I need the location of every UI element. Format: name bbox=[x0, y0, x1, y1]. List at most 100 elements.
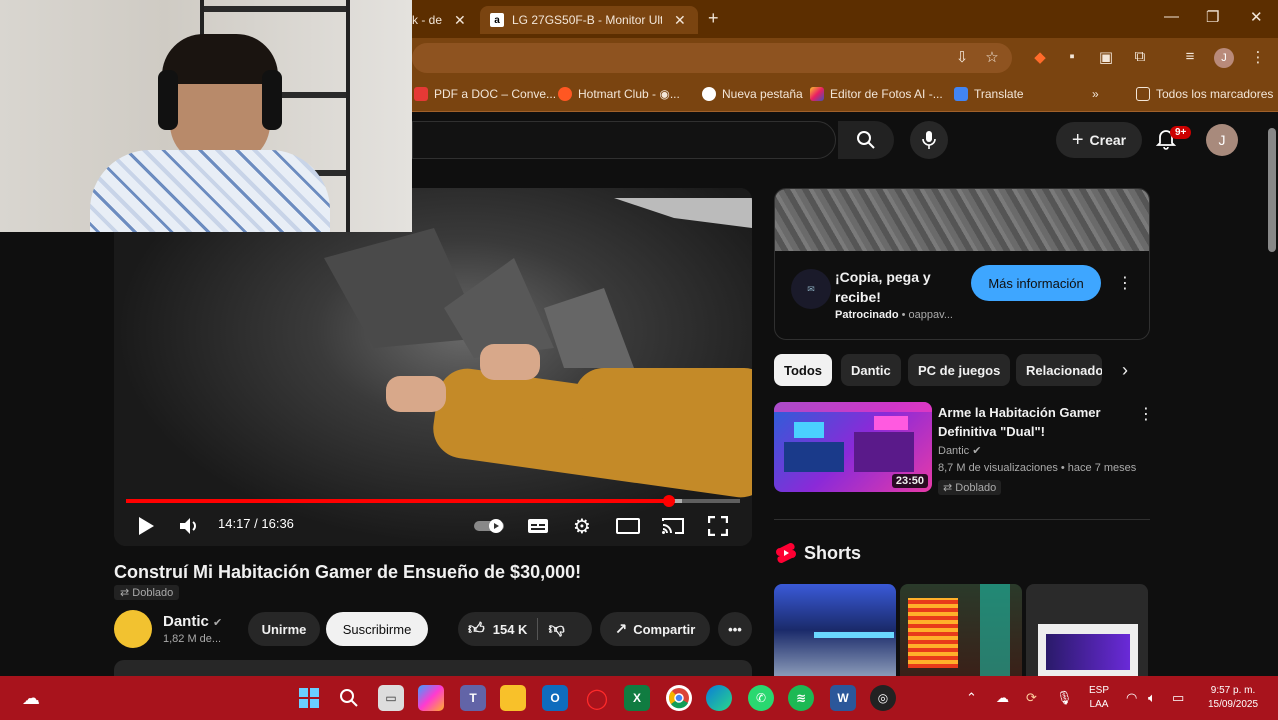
sync-icon[interactable]: ⟳ bbox=[1026, 690, 1037, 706]
search-button[interactable] bbox=[838, 121, 894, 159]
obs-icon[interactable]: ◎ bbox=[870, 685, 896, 711]
recommended-thumbnail[interactable]: 23:50 bbox=[774, 402, 932, 492]
menu-kebab-icon[interactable]: ⋮ bbox=[1248, 48, 1268, 66]
bookmark-star-icon[interactable]: ☆ bbox=[982, 48, 1002, 66]
search-taskbar-button[interactable] bbox=[336, 685, 362, 711]
bookmark-item[interactable]: Translate bbox=[954, 87, 1024, 101]
install-app-icon[interactable]: ⇩ bbox=[952, 48, 972, 66]
channel-avatar[interactable] bbox=[114, 610, 152, 648]
plus-icon: + bbox=[1071, 128, 1084, 151]
more-actions-button[interactable]: ••• bbox=[718, 612, 752, 646]
volume-button[interactable] bbox=[178, 514, 202, 538]
bookmark-item[interactable]: PDF a DOC – Conve... bbox=[414, 87, 556, 101]
progress-bar[interactable] bbox=[126, 495, 740, 507]
account-avatar[interactable]: J bbox=[1206, 124, 1238, 156]
fullscreen-button[interactable] bbox=[706, 514, 730, 538]
photo-editor-icon bbox=[810, 87, 824, 101]
chevron-right-icon[interactable]: › bbox=[1122, 360, 1128, 381]
join-button[interactable]: Unirme bbox=[248, 612, 320, 646]
short-image bbox=[814, 632, 894, 638]
reading-list-icon[interactable]: ≡ bbox=[1180, 48, 1200, 65]
all-bookmarks-button[interactable]: Todos los marcadores bbox=[1136, 87, 1273, 101]
opera-icon[interactable]: ◯ bbox=[584, 685, 610, 711]
chevron-up-icon[interactable]: ⌃ bbox=[966, 690, 977, 706]
microphone-icon[interactable]: 🎙︎ bbox=[1056, 690, 1073, 706]
short-thumbnail[interactable] bbox=[900, 584, 1022, 676]
battery-icon[interactable]: ▭ bbox=[1172, 690, 1184, 706]
language-indicator[interactable]: ESP LAA bbox=[1086, 684, 1112, 712]
chip-all[interactable]: Todos bbox=[774, 354, 833, 386]
recommended-title[interactable]: Arme la Habitación Gamer Definitiva "Dua… bbox=[938, 403, 1128, 441]
start-button[interactable] bbox=[296, 685, 322, 711]
profile-avatar[interactable]: J bbox=[1214, 48, 1234, 68]
weather-icon[interactable]: ☁ bbox=[18, 685, 44, 711]
more-bookmarks-button[interactable]: » bbox=[1092, 87, 1099, 101]
bookmark-item[interactable]: Hotmart Club - ◉... bbox=[558, 87, 680, 101]
word-icon[interactable]: W bbox=[830, 685, 856, 711]
settings-button[interactable]: ⚙ bbox=[570, 514, 594, 538]
channel-name[interactable]: Dantic ✔ bbox=[163, 613, 222, 630]
play-icon bbox=[139, 517, 154, 535]
chip-related[interactable]: Relacionado bbox=[1016, 354, 1102, 386]
minimize-icon[interactable]: — bbox=[1164, 8, 1179, 25]
fullscreen-icon bbox=[708, 516, 728, 536]
bookmark-item[interactable]: Editor de Fotos AI -... bbox=[810, 87, 943, 101]
extension-icon[interactable]: ▪ bbox=[1062, 48, 1082, 65]
brave-extension-icon[interactable]: ◆ bbox=[1030, 48, 1050, 66]
chrome-icon[interactable] bbox=[666, 685, 692, 711]
address-bar[interactable] bbox=[412, 43, 1012, 73]
short-thumbnail[interactable] bbox=[774, 584, 896, 676]
close-tab-icon[interactable]: ✕ bbox=[454, 12, 466, 29]
bookmark-item[interactable]: Nueva pestaña bbox=[702, 87, 803, 101]
close-window-icon[interactable]: ✕ bbox=[1250, 8, 1263, 26]
extension-icon[interactable]: ▣ bbox=[1096, 48, 1116, 66]
copilot-icon[interactable] bbox=[418, 685, 444, 711]
cast-button[interactable] bbox=[660, 514, 686, 538]
tab-previous[interactable]: k - de ✕ bbox=[412, 6, 476, 34]
excel-icon[interactable]: X bbox=[624, 685, 650, 711]
wifi-icon[interactable]: ◠ bbox=[1126, 690, 1137, 706]
like-button[interactable]: 👍︎ 154 K bbox=[468, 620, 527, 639]
recommended-menu-icon[interactable]: ⋮ bbox=[1138, 404, 1154, 424]
subtitles-button[interactable] bbox=[526, 514, 550, 538]
dislike-button[interactable]: 👎︎ bbox=[548, 620, 564, 639]
puzzle-icon[interactable]: ⧉ bbox=[1130, 48, 1150, 65]
play-button[interactable] bbox=[134, 514, 158, 538]
task-view-icon[interactable]: ▭ bbox=[378, 685, 404, 711]
recommended-channel[interactable]: Dantic ✔ bbox=[938, 444, 981, 457]
subscribe-button[interactable]: Suscribirme bbox=[326, 612, 428, 646]
video-title: Construí Mi Habitación Gamer de Ensueño … bbox=[114, 562, 582, 582]
ad-cta-button[interactable]: Más información bbox=[971, 265, 1101, 301]
share-button[interactable]: ↗ Compartir bbox=[600, 612, 710, 646]
short-thumbnail[interactable] bbox=[1026, 584, 1148, 676]
restore-icon[interactable]: ❐ bbox=[1206, 8, 1219, 26]
outlook-icon[interactable]: O bbox=[542, 685, 568, 711]
volume-icon[interactable]: 🔈︎ bbox=[1148, 690, 1156, 706]
short-image bbox=[908, 598, 958, 668]
verified-icon: ✔ bbox=[969, 445, 982, 457]
chip-dantic[interactable]: Dantic bbox=[841, 354, 901, 386]
voice-search-button[interactable] bbox=[910, 121, 948, 159]
ad-card[interactable]: ✉ ¡Copia, pega y recibe! Patrocinado • o… bbox=[774, 188, 1150, 340]
clock[interactable]: 9:57 p. m. 15/09/2025 bbox=[1196, 684, 1270, 712]
search-input[interactable] bbox=[412, 121, 836, 159]
dubbed-label: Doblado bbox=[132, 587, 174, 599]
whatsapp-icon[interactable]: ✆ bbox=[748, 685, 774, 711]
ad-menu-icon[interactable]: ⋮ bbox=[1117, 273, 1133, 293]
theater-mode-button[interactable] bbox=[616, 514, 640, 538]
file-explorer-icon[interactable] bbox=[500, 685, 526, 711]
tab-active[interactable]: a LG 27GS50F-B - Monitor Ultrag ✕ bbox=[480, 6, 698, 34]
create-button[interactable]: + Crear bbox=[1056, 122, 1142, 158]
onedrive-icon[interactable]: ☁ bbox=[996, 690, 1009, 706]
autoplay-toggle[interactable] bbox=[472, 514, 508, 538]
teams-icon[interactable]: T bbox=[460, 685, 486, 711]
new-tab-icon[interactable]: + bbox=[708, 8, 719, 29]
spotify-icon[interactable]: ≋ bbox=[788, 685, 814, 711]
page-scrollbar[interactable] bbox=[1266, 112, 1278, 676]
video-player[interactable]: 14:17 / 16:36 ⚙ bbox=[114, 188, 752, 546]
scrollbar-thumb[interactable] bbox=[1268, 128, 1276, 252]
progress-scrubber[interactable] bbox=[662, 495, 675, 507]
chip-gaming-pc[interactable]: PC de juegos bbox=[908, 354, 1011, 386]
edge-icon[interactable] bbox=[706, 685, 732, 711]
close-tab-icon[interactable]: ✕ bbox=[674, 12, 686, 29]
